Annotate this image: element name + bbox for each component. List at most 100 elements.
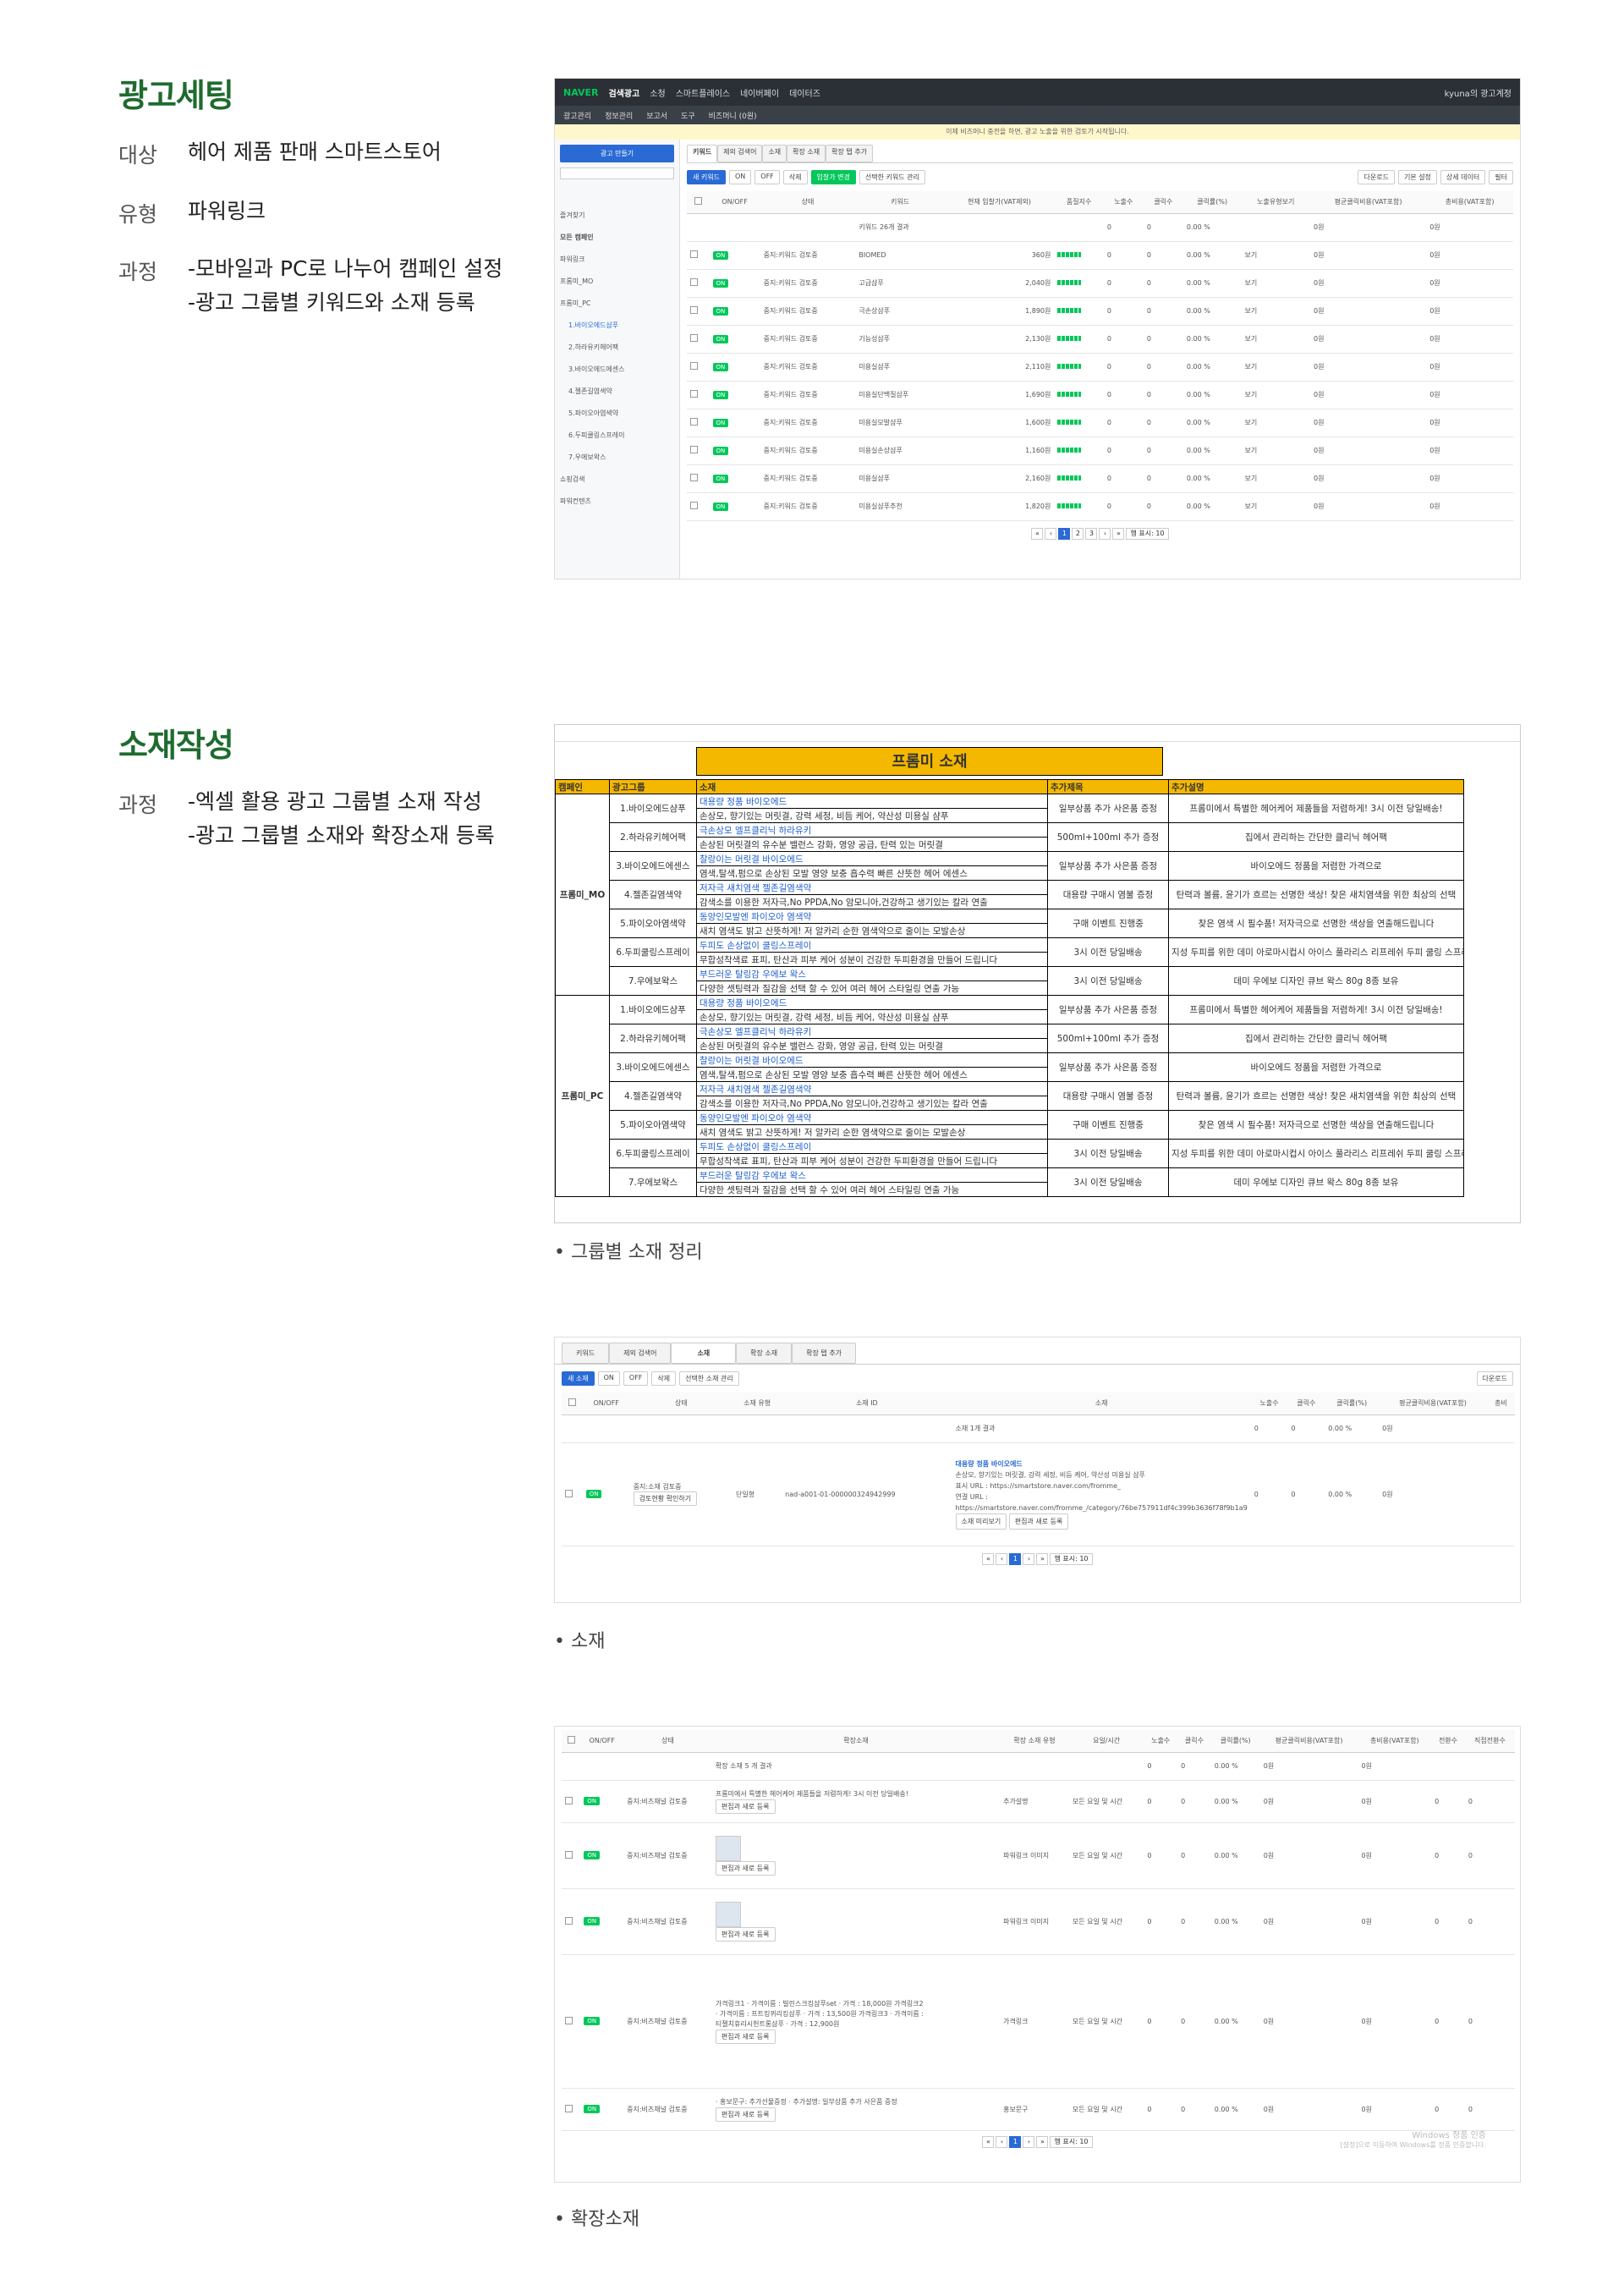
col-header[interactable]: 노출수 (1103, 191, 1144, 214)
sidebar-item[interactable]: 4.젤존길염색약 (560, 381, 674, 403)
row-checkbox[interactable] (565, 1796, 573, 1804)
sidebar-item[interactable]: 모든 캠페인 (560, 227, 674, 249)
sidebar-item[interactable]: 7.우에보왁스 (560, 447, 674, 469)
edit-button[interactable]: 편집과 새로 등록 (715, 2106, 776, 2122)
tab-extension[interactable]: 확장 소재 (736, 1343, 793, 1364)
download-button[interactable]: 다운로드 (1476, 1371, 1513, 1386)
bid-value[interactable]: 1,600원 (944, 409, 1055, 437)
schedule-link[interactable]: 모든 요일 및 시간 (1068, 2088, 1144, 2131)
subnav-item[interactable]: 광고관리 (563, 110, 591, 121)
col-header[interactable]: ON/OFF (582, 1392, 630, 1415)
on-toggle[interactable]: ON (712, 306, 729, 316)
col-header[interactable]: 키워드 (855, 191, 945, 214)
bid-value[interactable]: 2,130원 (944, 325, 1055, 354)
tab-extension[interactable]: 확장 소재 (787, 145, 826, 162)
sidebar-item[interactable]: 프롬미_PC (560, 293, 674, 315)
new-keyword-button[interactable]: 새 키워드 (687, 170, 726, 184)
schedule-link[interactable]: 모든 요일 및 시간 (1068, 1954, 1144, 2089)
off-button[interactable]: OFF (623, 1371, 649, 1386)
page-button[interactable]: 3 (1085, 527, 1098, 540)
view-link[interactable]: 보기 (1241, 381, 1310, 409)
tab-keyword[interactable]: 키워드 (562, 1343, 610, 1364)
col-header[interactable]: 소재 (952, 1392, 1251, 1415)
top-menu[interactable]: 스마트플레이스 (676, 86, 730, 99)
edit-button[interactable]: 편집과 새로 등록 (1008, 1513, 1069, 1530)
row-checkbox[interactable] (565, 1916, 573, 1925)
select-all-checkbox[interactable] (567, 1736, 575, 1744)
sidebar-item[interactable]: 5.파이오아염색약 (560, 403, 674, 425)
page-button[interactable]: » (1036, 1552, 1049, 1565)
view-link[interactable]: 보기 (1241, 409, 1310, 437)
delete-button[interactable]: 삭제 (782, 170, 808, 184)
page-button[interactable]: « (982, 1552, 995, 1565)
delete-button[interactable]: 삭제 (651, 1371, 677, 1386)
row-checkbox[interactable] (565, 1850, 573, 1859)
new-creative-button[interactable]: 새 소재 (562, 1371, 595, 1386)
tab-add[interactable]: 확장 탭 추가 (826, 145, 874, 162)
preview-button[interactable]: 소재 미리보기 (955, 1513, 1007, 1530)
on-button[interactable]: ON (597, 1371, 620, 1386)
sidebar-item[interactable]: 파워링크 (560, 249, 674, 271)
page-button[interactable]: › (1023, 2135, 1035, 2148)
bid-value[interactable]: 2,160원 (944, 464, 1055, 493)
bid-value[interactable]: 2,110원 (944, 353, 1055, 382)
selected-manage-button[interactable]: 선택한 소재 관리 (679, 1371, 739, 1386)
rows-per-page-select[interactable]: 행 표시: 10 (1050, 1552, 1093, 1565)
col-header[interactable]: 노출수 (1144, 1730, 1178, 1753)
row-checkbox[interactable] (565, 2016, 573, 2024)
schedule-link[interactable]: 모든 요일 및 시간 (1068, 1780, 1144, 1823)
row-checkbox[interactable] (690, 474, 698, 481)
on-toggle[interactable]: ON (712, 362, 729, 371)
tab-creative[interactable]: 소재 (762, 145, 787, 162)
tab-exclude[interactable]: 제외 검색어 (609, 1343, 672, 1364)
row-checkbox[interactable] (690, 390, 698, 398)
view-link[interactable]: 보기 (1241, 464, 1310, 493)
col-header[interactable]: 요일/시간 (1068, 1730, 1144, 1753)
ad-title[interactable]: 대용량 정품 바이오에드 (956, 1458, 1248, 1469)
row-checkbox[interactable] (565, 2104, 573, 2112)
tab-add[interactable]: 확장 탭 추가 (792, 1343, 857, 1364)
row-checkbox[interactable] (690, 446, 698, 453)
tab-creative[interactable]: 소재 (671, 1343, 737, 1364)
col-header[interactable]: 확장 소재 유형 (1000, 1730, 1069, 1753)
page-button[interactable]: » (1112, 527, 1125, 540)
col-header[interactable]: 상태 (760, 191, 856, 214)
col-header[interactable]: 평균클릭비용(VAT포함) (1259, 1730, 1358, 1753)
view-link[interactable]: 보기 (1241, 297, 1310, 326)
col-header[interactable]: 전환수 (1431, 1730, 1465, 1753)
bid-value[interactable]: 1,820원 (944, 492, 1055, 521)
on-toggle[interactable]: ON (712, 250, 729, 260)
col-header[interactable]: 총비용(VAT포함) (1358, 1730, 1432, 1753)
col-header[interactable]: 확장소재 (711, 1730, 1001, 1753)
col-header[interactable]: 노출유형보기 (1241, 191, 1310, 214)
col-header[interactable]: 소재 유형 (732, 1392, 782, 1415)
view-link[interactable]: 보기 (1241, 492, 1310, 521)
page-button[interactable]: 1 (1009, 1552, 1022, 1565)
subnav-item[interactable]: 도구 (681, 110, 695, 121)
col-header[interactable]: 평균클릭비용(VAT포함) (1309, 191, 1427, 214)
view-link[interactable]: 보기 (1241, 325, 1310, 354)
sidebar-search-input[interactable] (560, 168, 674, 179)
row-checkbox[interactable] (690, 250, 698, 258)
on-toggle[interactable]: ON (712, 502, 729, 511)
download-button[interactable]: 다운로드 (1358, 170, 1395, 184)
col-header[interactable]: 클릭수 (1143, 191, 1183, 214)
row-checkbox[interactable] (690, 362, 698, 370)
col-header[interactable]: ON/OFF (580, 1730, 624, 1753)
detail-data-button[interactable]: 상세 데이터 (1440, 170, 1486, 184)
on-toggle[interactable]: ON (712, 474, 729, 483)
page-button[interactable]: › (1023, 1552, 1035, 1565)
subnav-item[interactable]: 비즈머니 (0원) (709, 110, 757, 121)
on-toggle[interactable]: ON (712, 446, 729, 455)
on-toggle[interactable]: ON (712, 418, 729, 427)
col-header[interactable]: 직접전환수 (1464, 1730, 1515, 1753)
sidebar-item[interactable]: 파워컨텐츠 (560, 491, 674, 513)
col-header[interactable]: 클릭률(%) (1182, 191, 1242, 214)
make-ad-button[interactable]: 광고 만들기 (560, 145, 674, 162)
edit-button[interactable]: 편집과 새로 등록 (715, 2029, 776, 2044)
row-checkbox[interactable] (690, 334, 698, 342)
sidebar-item[interactable]: 즐겨찾기 (560, 205, 674, 227)
on-toggle[interactable]: ON (712, 390, 729, 399)
sidebar-item[interactable]: 1.바이오에드샴푸 (560, 315, 674, 337)
page-button[interactable]: ‹ (996, 2135, 1008, 2148)
